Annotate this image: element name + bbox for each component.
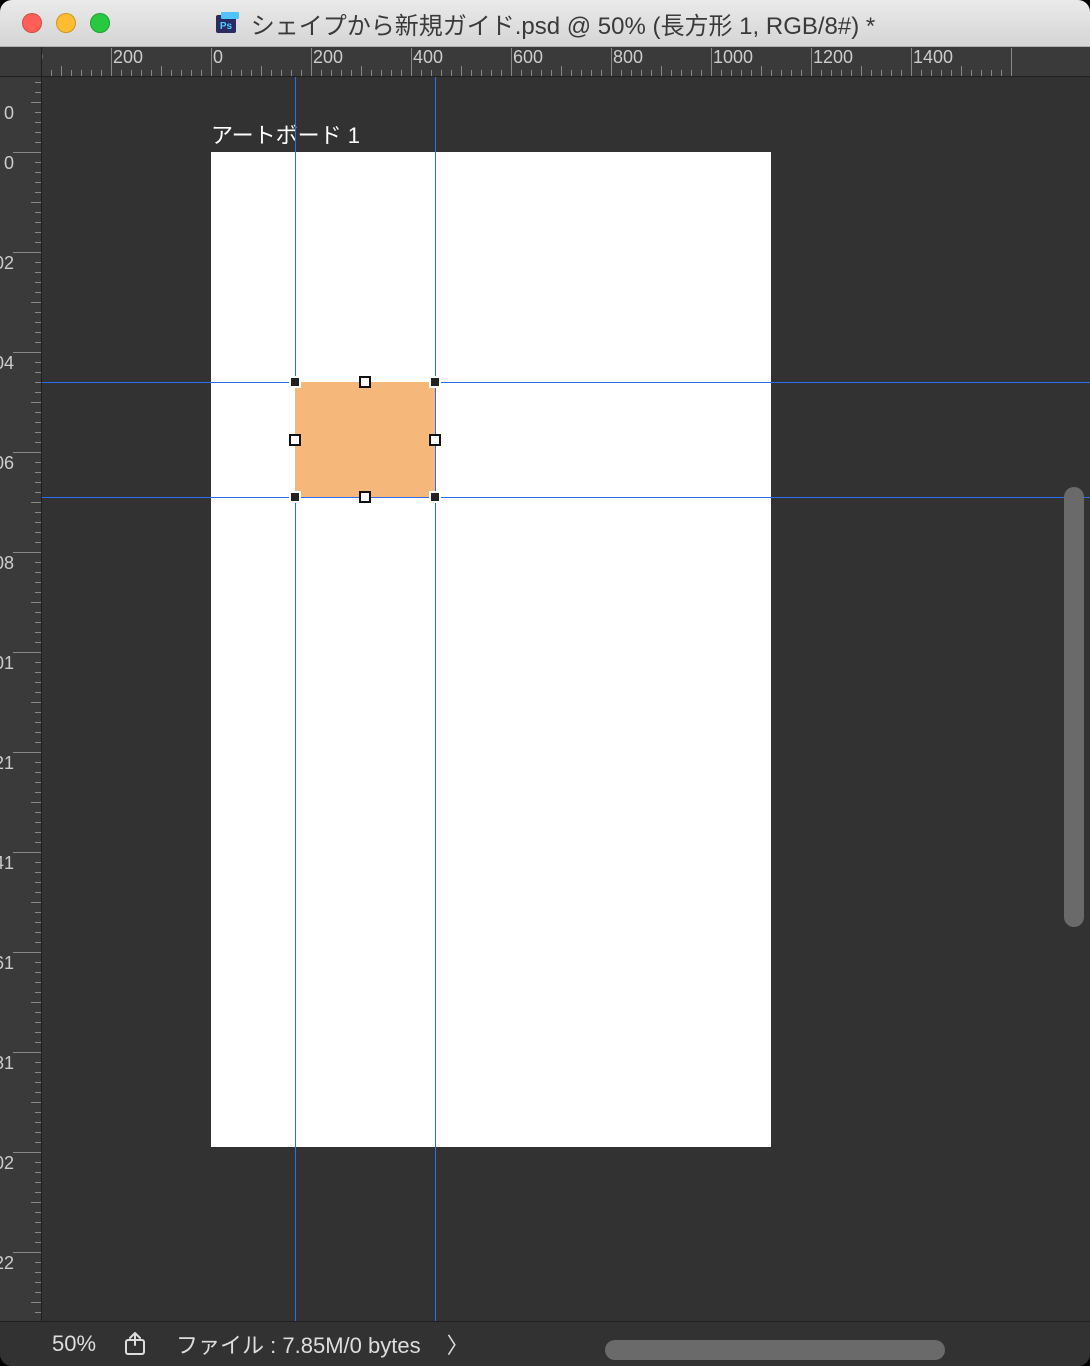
ruler-v-label: 0	[0, 154, 14, 172]
photoshop-file-icon: Ps	[215, 12, 241, 34]
ruler-v-label: 2000	[0, 1154, 14, 1172]
ruler-v-label: 400	[0, 354, 14, 372]
window-controls	[22, 13, 110, 33]
selection-handle[interactable]	[429, 491, 441, 503]
ruler-h-label: 0	[213, 47, 223, 68]
guide-horizontal[interactable]	[42, 382, 1090, 383]
ruler-v-label: 800	[0, 554, 14, 572]
close-window-button[interactable]	[22, 13, 42, 33]
selection-handle[interactable]	[429, 434, 441, 446]
horizontal-scrollbar[interactable]	[605, 1340, 945, 1360]
workspace: 4002000200400600800100012001400 00200400…	[0, 47, 1090, 1321]
ruler-h-label: 400	[42, 47, 43, 68]
status-bar: 50% ファイル : 7.85M/0 bytes 〉	[0, 1321, 1090, 1366]
ruler-v-label: 1600	[0, 954, 14, 972]
vertical-ruler[interactable]: 0 0 200 400 600 800 1000 1200 1400 1600 1800 2000 22…	[0, 77, 42, 1321]
guide-vertical[interactable]	[435, 77, 436, 1321]
ruler-h-label: 1000	[713, 47, 753, 68]
zoom-level[interactable]: 50%	[52, 1331, 96, 1357]
ruler-h-label: 400	[413, 47, 443, 68]
vertical-scrollbar[interactable]	[1064, 487, 1084, 927]
ruler-v-label: 600	[0, 454, 14, 472]
rectangle-shape[interactable]	[295, 382, 435, 497]
window-title: シェイプから新規ガイド.psd @ 50% (長方形 1, RGB/8#) *	[251, 6, 875, 41]
selection-handle[interactable]	[429, 376, 441, 388]
canvas-area[interactable]: アートボード 1	[42, 77, 1090, 1321]
chevron-right-icon[interactable]: 〉	[447, 1328, 469, 1360]
selection-handle[interactable]	[289, 491, 301, 503]
ruler-v-label: 0	[0, 104, 14, 122]
ruler-h-label: 200	[313, 47, 343, 68]
ruler-h-label: 1400	[913, 47, 953, 68]
selection-handle[interactable]	[289, 376, 301, 388]
zoom-window-button[interactable]	[90, 13, 110, 33]
selection-handle[interactable]	[359, 376, 371, 388]
guide-vertical[interactable]	[295, 77, 296, 1321]
ruler-v-label: 200	[0, 254, 14, 272]
share-icon[interactable]	[122, 1331, 150, 1357]
titlebar: Ps シェイプから新規ガイド.psd @ 50% (長方形 1, RGB/8#)…	[0, 0, 1090, 47]
ruler-v-label: 1000	[0, 654, 14, 672]
selection-handle[interactable]	[359, 491, 371, 503]
ruler-origin-corner[interactable]	[0, 47, 42, 77]
ruler-h-label: 800	[613, 47, 643, 68]
ruler-v-label: 2200	[0, 1254, 14, 1272]
ruler-h-label: 600	[513, 47, 543, 68]
ruler-h-label: 200	[113, 47, 143, 68]
ruler-v-label: 1400	[0, 854, 14, 872]
document-info[interactable]: ファイル : 7.85M/0 bytes	[176, 1328, 421, 1360]
guide-horizontal[interactable]	[42, 497, 1090, 498]
ruler-h-label: 1200	[813, 47, 853, 68]
minimize-window-button[interactable]	[56, 13, 76, 33]
ruler-v-label: 1200	[0, 754, 14, 772]
svg-text:Ps: Ps	[220, 21, 233, 32]
artboard-label[interactable]: アートボード 1	[211, 118, 360, 150]
horizontal-ruler[interactable]: 400 200 0 200 400 600 800 1000 1200 1400	[42, 47, 1090, 77]
selection-handle[interactable]	[289, 434, 301, 446]
ruler-v-label: 1800	[0, 1054, 14, 1072]
app-window: Ps シェイプから新規ガイド.psd @ 50% (長方形 1, RGB/8#)…	[0, 0, 1090, 1366]
